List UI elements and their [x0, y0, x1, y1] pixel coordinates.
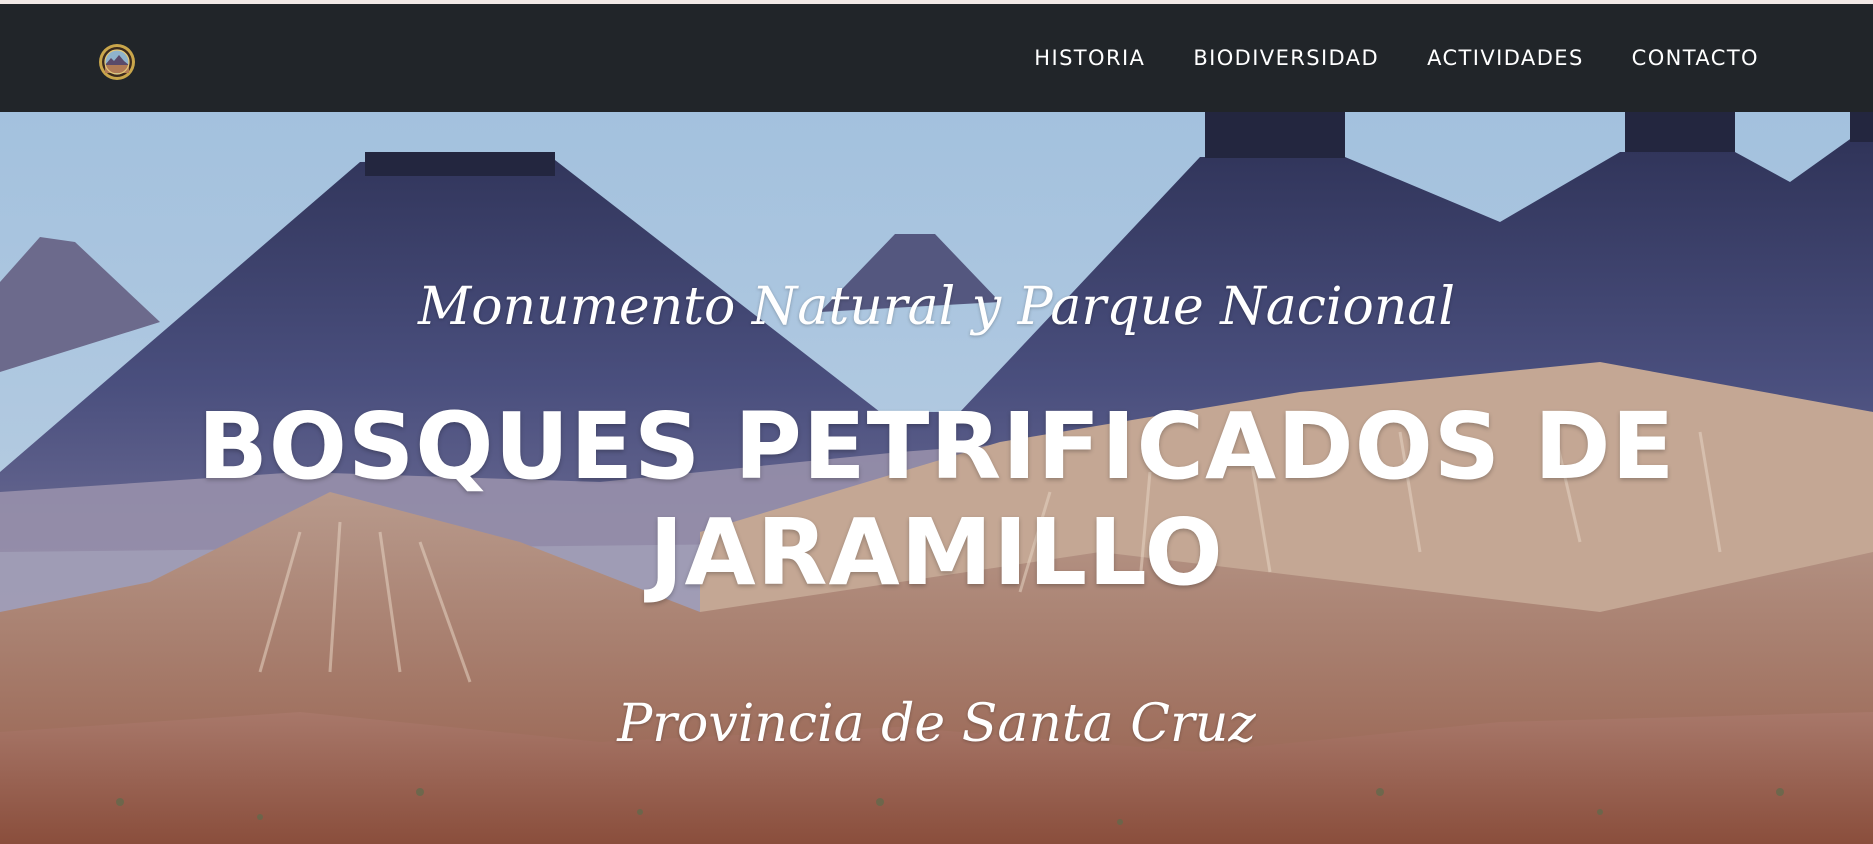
park-emblem-icon[interactable]: [98, 43, 136, 81]
nav-link-actividades[interactable]: ACTIVIDADES: [1427, 46, 1584, 70]
nav-link-contacto[interactable]: CONTACTO: [1632, 46, 1759, 70]
hero-content: Monumento Natural y Parque Nacional BOSQ…: [0, 112, 1873, 844]
hero-subheading: Monumento Natural y Parque Nacional: [418, 277, 1455, 337]
nav-link-biodiversidad[interactable]: BIODIVERSIDAD: [1193, 46, 1379, 70]
hero-section: Monumento Natural y Parque Nacional BOSQ…: [0, 112, 1873, 844]
nav-links: HISTORIA BIODIVERSIDAD ACTIVIDADES CONTA…: [1034, 4, 1759, 112]
nav-link-historia[interactable]: HISTORIA: [1034, 46, 1145, 70]
hero-province: Provincia de Santa Cruz: [617, 694, 1256, 754]
hero-heading: BOSQUES PETRIFICADOS DE JARAMILLO: [197, 393, 1676, 606]
navbar: HISTORIA BIODIVERSIDAD ACTIVIDADES CONTA…: [0, 4, 1873, 112]
